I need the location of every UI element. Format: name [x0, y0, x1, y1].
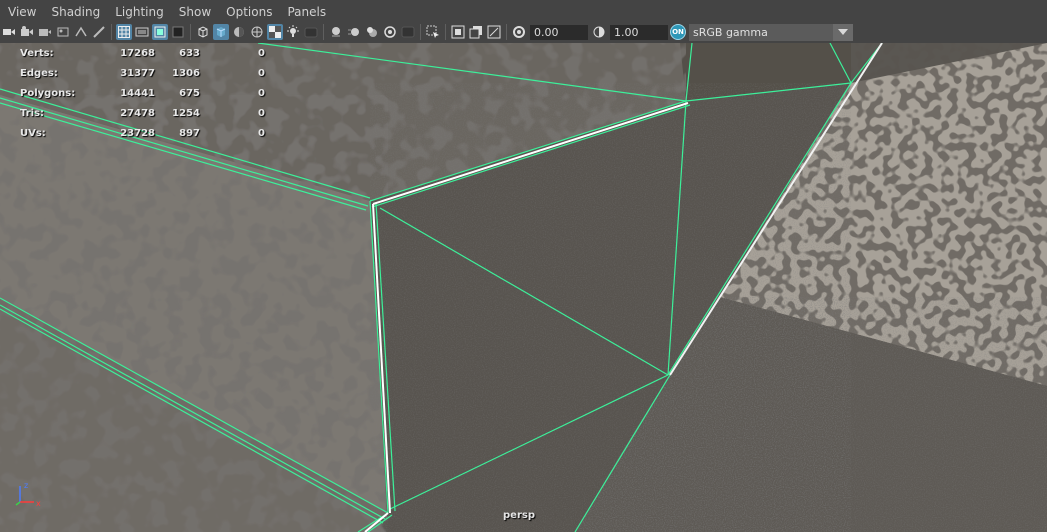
hud-value: 27478 [120, 108, 155, 119]
xray-joints-icon[interactable] [468, 24, 484, 40]
axis-z-label: z [24, 481, 28, 490]
hud-label: Verts: [20, 48, 54, 59]
toolbar-divider [323, 24, 324, 40]
hud-value: 0 [258, 128, 265, 139]
xray-icon[interactable] [450, 24, 466, 40]
2d-pan-zoom-icon[interactable] [73, 24, 89, 40]
gamma-field[interactable]: 1.00 [610, 24, 668, 40]
film-gate-icon[interactable] [134, 24, 150, 40]
xray-select-icon[interactable] [425, 24, 441, 40]
textured-icon[interactable] [267, 24, 283, 40]
hud-value: 897 [179, 128, 200, 139]
depth-of-field-icon[interactable] [382, 24, 398, 40]
wireframe-on-shaded-icon[interactable] [249, 24, 265, 40]
wireframe-cube-icon[interactable] [195, 24, 211, 40]
isolate-select-icon[interactable] [400, 24, 416, 40]
screen-space-ao-icon[interactable] [328, 24, 344, 40]
exposure-field[interactable]: 0.00 [530, 24, 588, 40]
anti-aliasing-icon[interactable] [364, 24, 380, 40]
use-all-lights-icon[interactable] [285, 24, 301, 40]
default-material-icon[interactable] [231, 24, 247, 40]
hud-value: 17268 [120, 48, 155, 59]
hud-value: 0 [258, 108, 265, 119]
image-plane-icon[interactable] [55, 24, 71, 40]
grid-icon[interactable] [116, 24, 132, 40]
poly-count-hud: Verts: 17268 633 0 Edges: 31377 1306 0 P… [20, 44, 265, 144]
hud-value: 633 [179, 48, 200, 59]
gamma-icon[interactable] [591, 24, 607, 40]
select-camera-icon[interactable] [1, 24, 17, 40]
toolbar-divider [420, 24, 421, 40]
hud-label: Edges: [20, 68, 58, 79]
hud-row-uvs: UVs: 23728 897 0 [20, 124, 265, 144]
hud-value: 23728 [120, 128, 155, 139]
color-management-toggle[interactable]: ON [670, 24, 686, 40]
colorspace-dropdown[interactable]: sRGB gamma [689, 23, 853, 41]
hud-label: UVs: [20, 128, 46, 139]
chevron-down-icon[interactable] [833, 23, 853, 41]
hud-value: 0 [258, 88, 265, 99]
toolbar-divider [506, 24, 507, 40]
axis-gizmo-icon: z x [15, 481, 41, 508]
hud-label: Polygons: [20, 88, 76, 99]
panel-toolbar: 0.00 1.00 ON sRGB gamma [0, 21, 1047, 43]
xray-active-components-icon[interactable] [486, 24, 502, 40]
camera-attributes-icon[interactable] [19, 24, 35, 40]
bookmark-icon[interactable] [37, 24, 53, 40]
hud-value: 675 [179, 88, 200, 99]
camera-name-label: persp [503, 510, 535, 521]
hud-row-edges: Edges: 31377 1306 0 [20, 64, 265, 84]
toolbar-divider [445, 24, 446, 40]
hud-value: 14441 [120, 88, 155, 99]
hud-row-tris: Tris: 27478 1254 0 [20, 104, 265, 124]
gate-mask-icon[interactable] [170, 24, 186, 40]
hud-value: 1306 [172, 68, 200, 79]
motion-blur-icon[interactable] [346, 24, 362, 40]
hud-value: 1254 [172, 108, 200, 119]
3d-viewport[interactable]: Verts: 17268 633 0 Edges: 31377 1306 0 P… [0, 43, 1047, 532]
resolution-gate-icon[interactable] [152, 24, 168, 40]
colorspace-value: sRGB gamma [693, 25, 768, 39]
hud-label: Tris: [20, 108, 45, 119]
shadows-icon[interactable] [303, 24, 319, 40]
hud-value: 0 [258, 48, 265, 59]
hud-row-polygons: Polygons: 14441 675 0 [20, 84, 265, 104]
hud-value: 31377 [120, 68, 155, 79]
toolbar-divider [190, 24, 191, 40]
exposure-icon[interactable] [511, 24, 527, 40]
axis-x-label: x [36, 499, 41, 508]
smooth-shade-cube-icon[interactable] [213, 24, 229, 40]
toolbar-divider [111, 24, 112, 40]
grease-pencil-icon[interactable] [91, 24, 107, 40]
hud-value: 0 [258, 68, 265, 79]
hud-row-verts: Verts: 17268 633 0 [20, 44, 265, 64]
